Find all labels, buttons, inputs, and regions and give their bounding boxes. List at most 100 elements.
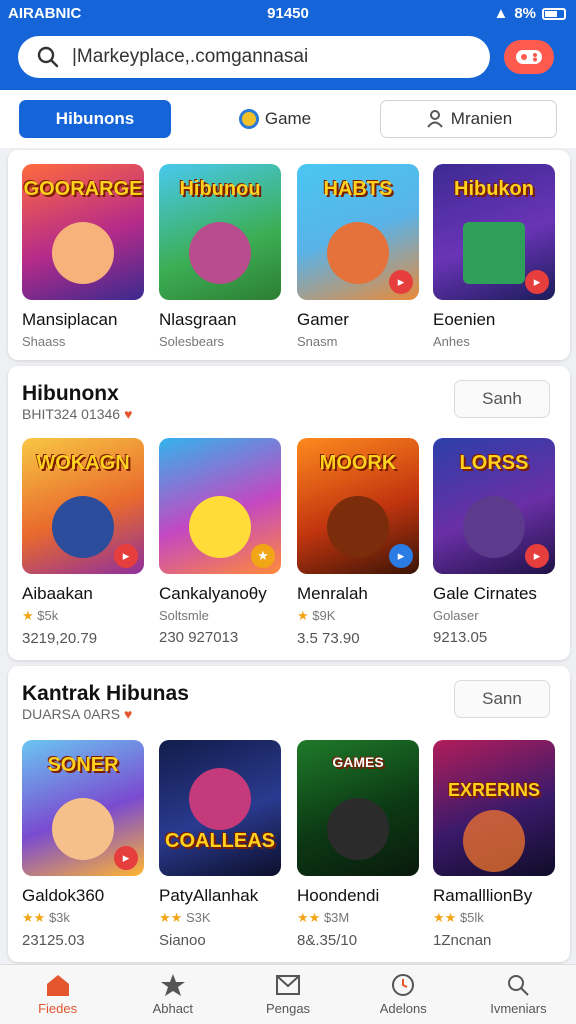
game-name: Cankalyanoθy xyxy=(159,584,267,603)
game-name: Menralah xyxy=(297,584,368,603)
game-meta: Snasm xyxy=(297,334,338,349)
controller-icon xyxy=(238,109,259,129)
tab-bar: Hibunons Game Mranien xyxy=(0,90,576,148)
rating-count: $9K xyxy=(312,608,336,623)
thumbnail-title: Hibunou xyxy=(179,178,261,200)
section-subtitle: BHIT324 01346 ♥ xyxy=(22,406,132,422)
game-rating: ★ $5k xyxy=(22,608,146,624)
thumbnail-title: LORSS xyxy=(459,452,529,474)
game-meta: Golaser xyxy=(433,608,479,623)
game-price: 9213.05 xyxy=(433,629,488,646)
nav-search[interactable]: Ivmeniars xyxy=(461,965,576,1024)
character-art xyxy=(189,768,251,830)
nav-pengas[interactable]: Pengas xyxy=(230,965,345,1024)
tab-hibunons[interactable]: Hibunons xyxy=(19,100,171,138)
see-all-button[interactable]: Sann xyxy=(454,680,550,718)
character-art xyxy=(463,810,525,872)
section-subtitle: DUARSA 0ARS ♥ xyxy=(22,706,132,722)
search-icon xyxy=(37,46,59,68)
game-tile[interactable]: EXRERINS RamalllionBy ★★ $5lk 1Zncnan xyxy=(433,740,557,949)
clock-icon xyxy=(392,974,415,996)
game-thumbnail: MOORK ▸ xyxy=(297,438,419,574)
heart-icon: ♥ xyxy=(124,706,133,722)
tab-label: Hibunons xyxy=(55,109,135,128)
play-icon: ▸ xyxy=(114,846,138,870)
tab-mranien[interactable]: Mranien xyxy=(380,100,557,138)
nav-label: Abhact xyxy=(152,1001,194,1016)
game-price: 1Zncnan xyxy=(433,932,492,949)
character-art xyxy=(327,496,389,558)
game-name: Aibaakan xyxy=(22,584,93,603)
character-art xyxy=(189,222,251,284)
featured-section: GOORARGE Mansiplacan Shaass Hibunou Nlas… xyxy=(8,150,570,360)
star-icon: ★★ xyxy=(433,910,457,925)
game-thumbnail: COALLEAS xyxy=(159,740,281,876)
game-meta: Soltsmle xyxy=(159,608,209,623)
game-meta: Shaass xyxy=(22,334,66,349)
nav-adelons[interactable]: Adelons xyxy=(346,965,461,1024)
game-price: 3.5 73.90 xyxy=(297,630,360,647)
gamepad-button[interactable] xyxy=(504,40,554,74)
game-tile[interactable]: ★ Cankalyanoθy Soltsmle 230 927013 xyxy=(159,438,283,646)
game-tile[interactable]: HABTS ▸ Gamer Snasm xyxy=(297,164,421,349)
star-icon: ★★ xyxy=(22,910,46,925)
game-tile[interactable]: LORSS ▸ Gale Cirnates Golaser 9213.05 xyxy=(433,438,557,646)
game-name: Mansiplacan xyxy=(22,310,118,329)
game-thumbnail: GOORARGE xyxy=(22,164,144,300)
game-price: Sianoo xyxy=(159,932,206,949)
game-name: Gale Cirnates xyxy=(433,584,537,603)
thumbnail-title: GAMES xyxy=(332,754,384,770)
game-meta: Anhes xyxy=(433,334,470,349)
game-name: Eoenien xyxy=(433,310,496,329)
search-input[interactable]: |Markeyplace,.comgannasai xyxy=(72,46,308,68)
game-tile[interactable]: MOORK ▸ Menralah ★ $9K 3.5 73.90 xyxy=(297,438,421,647)
thumbnail-title: SONER xyxy=(47,754,119,776)
bottom-nav: Fiedes Abhact Pengas Adelons Ivmeniars xyxy=(0,964,576,1024)
game-tile[interactable]: GOORARGE Mansiplacan Shaass xyxy=(22,164,146,349)
see-all-button[interactable]: Sanh xyxy=(454,380,550,418)
search-bar[interactable]: |Markeyplace,.comgannasai xyxy=(18,36,490,78)
character-art xyxy=(463,222,525,284)
game-tile[interactable]: GAMES Hoondendi ★★ $3M 8&.35/10 xyxy=(297,740,421,949)
search-icon xyxy=(508,975,530,996)
user-icon xyxy=(426,110,443,128)
character-art xyxy=(463,496,525,558)
thumbnail-title: Hibukon xyxy=(454,178,534,200)
section-subtitle-text: BHIT324 01346 xyxy=(22,406,121,422)
game-tile[interactable]: SONER ▸ Galdok360 ★★ $3k 23125.03 xyxy=(22,740,146,949)
star-icon: ★ xyxy=(297,608,309,623)
game-tile[interactable]: Hibunou Nlasgraan Solesbears xyxy=(159,164,283,349)
star-badge-icon: ★ xyxy=(251,544,275,568)
game-meta: Solesbears xyxy=(159,334,225,349)
character-art xyxy=(189,496,251,558)
game-tile[interactable]: Hibukon ▸ Eoenien Anhes xyxy=(433,164,557,349)
game-rating: ★★ S3K xyxy=(159,910,283,926)
battery-icon xyxy=(542,7,566,20)
play-icon: ▸ xyxy=(389,270,413,294)
thumbnail-title: HABTS xyxy=(323,178,393,200)
game-name: Nlasgraan xyxy=(159,310,237,329)
hibunonx-section: Hibunonx BHIT324 01346 ♥ Sanh WOKAGN ▸ Ai… xyxy=(8,366,570,660)
game-price: 8&.35/10 xyxy=(297,932,358,949)
game-name: Gamer xyxy=(297,310,349,329)
game-thumbnail: SONER ▸ xyxy=(22,740,144,876)
game-name: RamalllionBy xyxy=(433,886,533,905)
game-rating: ★★ $3k xyxy=(22,910,146,926)
star-icon: ★ xyxy=(22,608,34,623)
game-tile[interactable]: WOKAGN ▸ Aibaakan ★ $5k 3219,20.79 xyxy=(22,438,146,647)
section-title: Kantrak Hibunas xyxy=(22,682,189,705)
character-art xyxy=(52,496,114,558)
header: |Markeyplace,.comgannasai xyxy=(0,26,576,90)
game-name: Hoondendi xyxy=(297,886,380,905)
nav-label: Fiedes xyxy=(38,1001,78,1016)
game-rating: ★★ $5lk xyxy=(433,910,557,926)
section-title: Hibunonx xyxy=(22,382,119,405)
nav-abhact[interactable]: Abhact xyxy=(115,965,230,1024)
game-tile[interactable]: COALLEAS PatyAllanhak ★★ S3K Sianoo xyxy=(159,740,283,949)
thumbnail-title: COALLEAS xyxy=(165,830,275,852)
rating-count: $3k xyxy=(48,910,70,925)
heart-icon: ♥ xyxy=(124,406,133,422)
gamepad-icon xyxy=(516,50,542,64)
nav-home[interactable]: Fiedes xyxy=(0,965,115,1024)
tab-game[interactable]: Game xyxy=(205,100,345,138)
